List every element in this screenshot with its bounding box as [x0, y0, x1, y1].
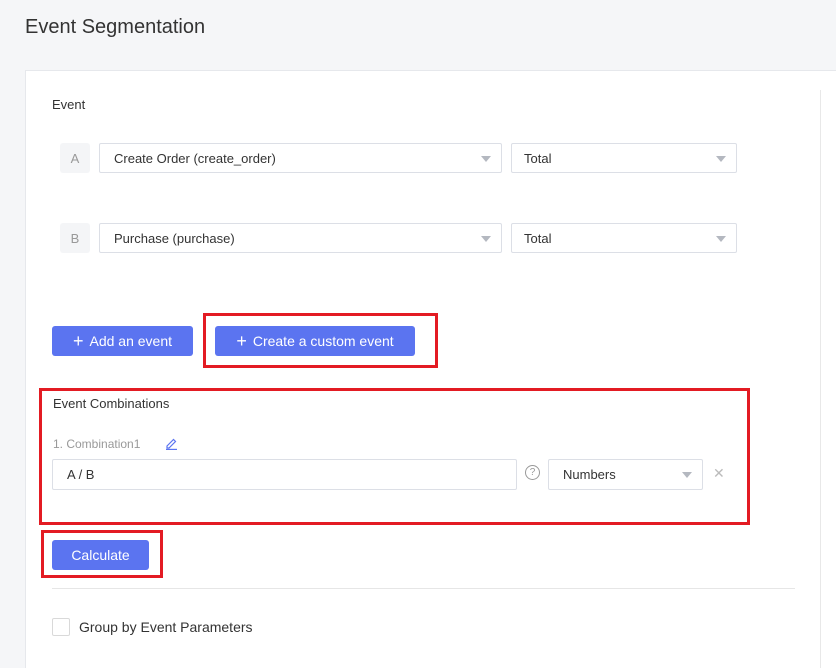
divider [52, 588, 795, 589]
caret-down-icon [682, 472, 692, 478]
calculate-button[interactable]: Calculate [52, 540, 149, 570]
group-by-label: Group by Event Parameters [79, 619, 253, 635]
metric-select-b-value: Total [524, 230, 552, 246]
plus-icon: + [72, 331, 84, 351]
event-select-b[interactable]: Purchase (purchase) [99, 223, 502, 253]
caret-down-icon [716, 236, 726, 242]
metric-select-a[interactable]: Total [511, 143, 737, 173]
event-letter-badge-b: B [60, 223, 90, 253]
highlight-box-custom-event [203, 313, 438, 368]
panel-divider [820, 90, 821, 668]
event-select-a-value: Create Order (create_order) [114, 150, 276, 166]
combination-name: 1. Combination1 [53, 437, 141, 451]
group-by-checkbox[interactable] [52, 618, 70, 636]
add-event-button[interactable]: + Add an event [52, 326, 193, 356]
calculate-button-label: Calculate [71, 547, 130, 563]
close-icon[interactable]: ✕ [713, 465, 725, 482]
combinations-section-label: Event Combinations [53, 396, 170, 411]
combination-format-select[interactable]: Numbers [548, 459, 703, 490]
event-section-label: Event [52, 97, 86, 112]
caret-down-icon [716, 156, 726, 162]
caret-down-icon [481, 236, 491, 242]
combination-formula-input[interactable]: A / B [52, 459, 517, 490]
event-letter-badge-a: A [60, 143, 90, 173]
combination-formula-value: A / B [67, 467, 95, 482]
combination-format-value: Numbers [563, 467, 616, 482]
caret-down-icon [481, 156, 491, 162]
add-event-button-label: Add an event [89, 333, 173, 349]
help-icon[interactable]: ? [525, 465, 540, 480]
edit-icon[interactable] [165, 437, 178, 450]
event-select-b-value: Purchase (purchase) [114, 230, 235, 246]
event-select-a[interactable]: Create Order (create_order) [99, 143, 502, 173]
metric-select-b[interactable]: Total [511, 223, 737, 253]
metric-select-a-value: Total [524, 150, 552, 166]
page-title: Event Segmentation [25, 16, 206, 38]
